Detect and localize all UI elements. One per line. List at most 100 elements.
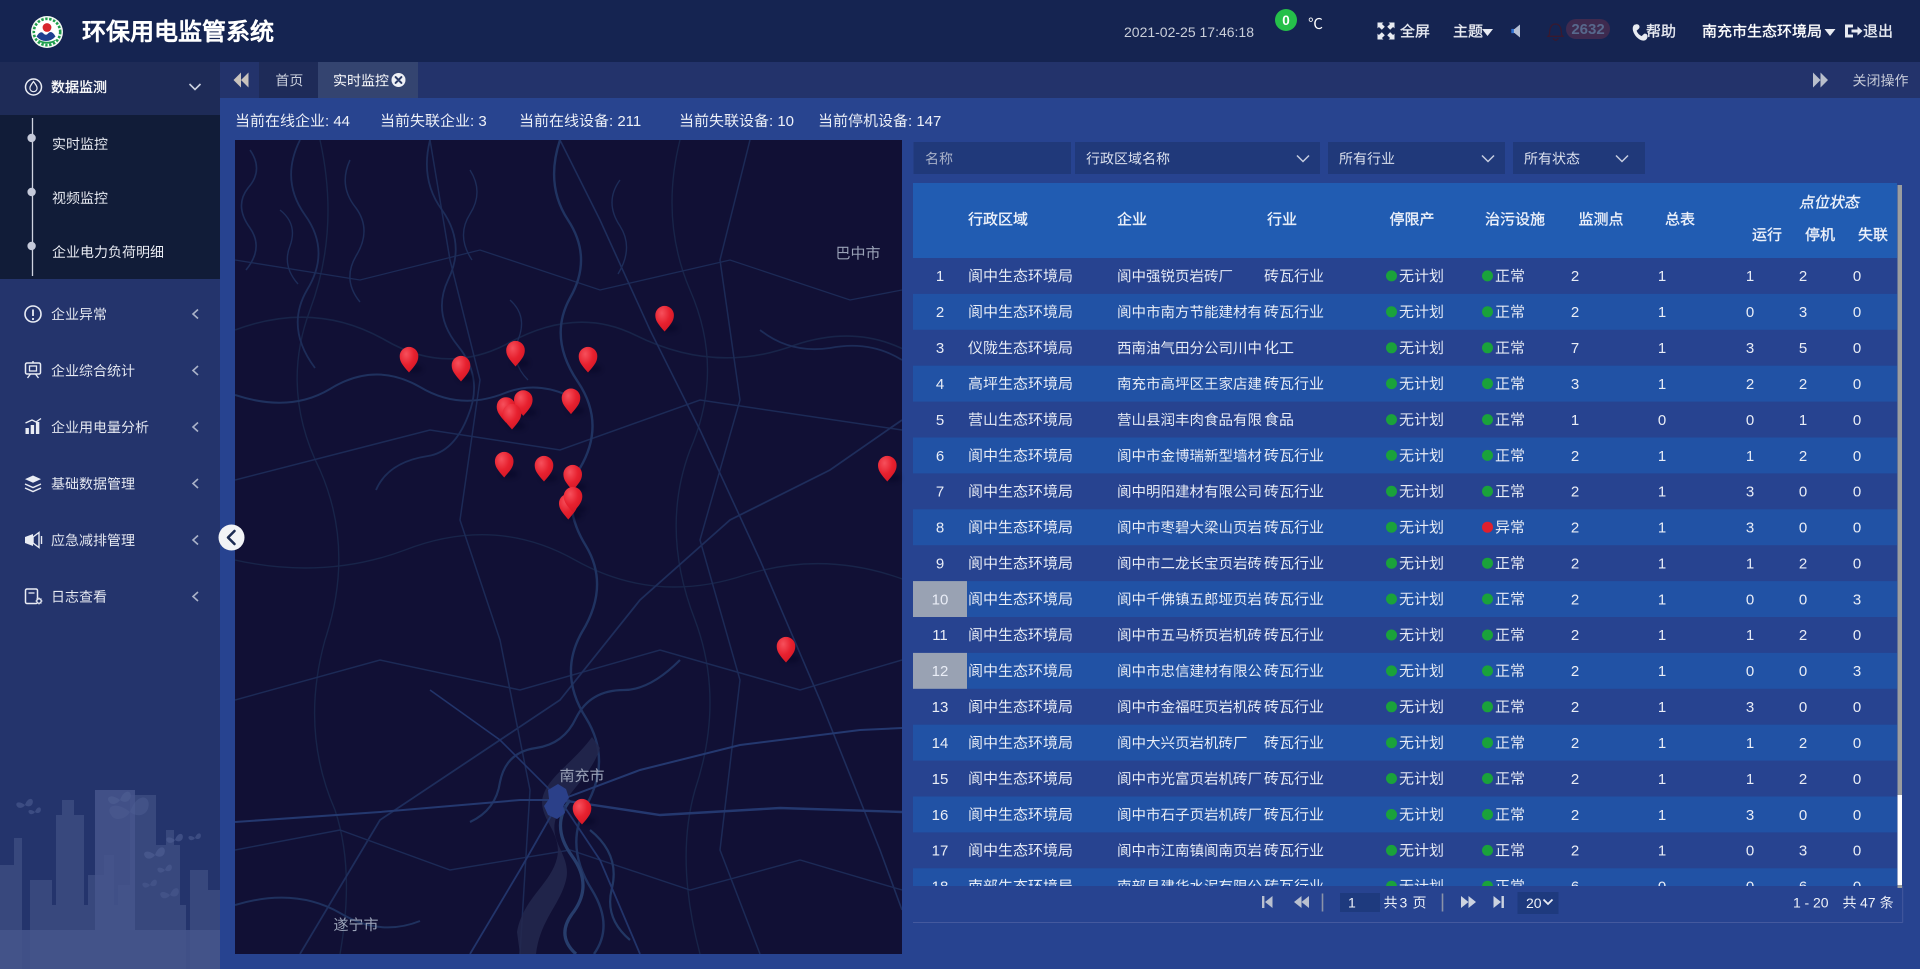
svg-text:2: 2 (1799, 735, 1807, 752)
svg-text:2: 2 (1571, 448, 1579, 465)
svg-text:2: 2 (1571, 304, 1579, 321)
svg-text:2: 2 (1799, 268, 1807, 285)
svg-text:1: 1 (1658, 807, 1666, 824)
svg-text:0: 0 (1799, 591, 1807, 608)
svg-text:5: 5 (1799, 340, 1807, 357)
svg-text:7: 7 (1571, 340, 1579, 357)
svg-text:2: 2 (1571, 699, 1579, 716)
svg-text:2: 2 (1571, 735, 1579, 752)
svg-text:: 10: : 10 (769, 113, 794, 130)
svg-text:0: 0 (1853, 556, 1861, 573)
svg-text:2: 2 (1799, 771, 1807, 788)
svg-text:1: 1 (1658, 843, 1666, 860)
svg-text:2: 2 (1571, 807, 1579, 824)
svg-text:0: 0 (1853, 807, 1861, 824)
svg-text:1: 1 (1658, 735, 1666, 752)
svg-text:1: 1 (1658, 304, 1666, 321)
svg-text:2: 2 (1571, 556, 1579, 573)
svg-text:15: 15 (932, 771, 949, 788)
svg-text:3: 3 (1400, 895, 1408, 911)
svg-text:0: 0 (1746, 663, 1754, 680)
svg-text:0: 0 (1799, 663, 1807, 680)
svg-text:1: 1 (1658, 520, 1666, 537)
svg-text:1: 1 (1658, 484, 1666, 501)
svg-text:0: 0 (1853, 771, 1861, 788)
svg-text:3: 3 (936, 340, 944, 357)
svg-text:13: 13 (932, 699, 949, 716)
svg-text:14: 14 (932, 735, 949, 752)
svg-text:2: 2 (1799, 627, 1807, 644)
svg-text:3: 3 (1799, 304, 1807, 321)
svg-text:2021-02-25 17:46:18: 2021-02-25 17:46:18 (1124, 24, 1254, 40)
svg-text:0: 0 (1658, 412, 1666, 429)
svg-text:2: 2 (936, 304, 944, 321)
svg-text:1: 1 (1746, 735, 1754, 752)
svg-text:3: 3 (1853, 663, 1861, 680)
svg-text:1: 1 (1658, 340, 1666, 357)
svg-text:3: 3 (1746, 340, 1754, 357)
svg-text:12: 12 (932, 663, 949, 680)
svg-text:11: 11 (932, 627, 948, 644)
svg-text:0: 0 (1853, 843, 1861, 860)
svg-text:2: 2 (1571, 627, 1579, 644)
svg-text:2: 2 (1799, 448, 1807, 465)
svg-text:1: 1 (1658, 663, 1666, 680)
svg-text:16: 16 (932, 807, 949, 824)
svg-text:0: 0 (1853, 448, 1861, 465)
svg-text:0: 0 (1799, 699, 1807, 716)
svg-text:0: 0 (1853, 627, 1861, 644)
svg-text:0: 0 (1853, 699, 1861, 716)
svg-text:1: 1 (1658, 376, 1666, 393)
svg-text:: 147: : 147 (908, 113, 941, 130)
svg-text:0: 0 (1853, 340, 1861, 357)
svg-text:2: 2 (1571, 771, 1579, 788)
svg-text:7: 7 (936, 484, 944, 501)
svg-text:2: 2 (1571, 520, 1579, 537)
svg-text:2: 2 (1746, 376, 1754, 393)
svg-text:0: 0 (1853, 412, 1861, 429)
svg-text:3: 3 (1746, 807, 1754, 824)
svg-text:1: 1 (1799, 412, 1807, 429)
svg-text:: 3: : 3 (470, 113, 487, 130)
svg-text:0: 0 (1799, 807, 1807, 824)
svg-text:1: 1 (1658, 268, 1666, 285)
svg-text:1: 1 (1658, 627, 1666, 644)
svg-text:0: 0 (1799, 520, 1807, 537)
svg-text:10: 10 (932, 591, 949, 608)
svg-text:1: 1 (1746, 556, 1754, 573)
svg-text:1: 1 (1348, 895, 1356, 911)
svg-text:0: 0 (1853, 520, 1861, 537)
svg-text:47: 47 (1860, 895, 1876, 911)
svg-text:1: 1 (1658, 591, 1666, 608)
svg-text:2: 2 (1571, 484, 1579, 501)
svg-text:2: 2 (1571, 663, 1579, 680)
svg-text:20: 20 (1526, 895, 1542, 911)
svg-text:1: 1 (936, 268, 944, 285)
svg-text:3: 3 (1746, 484, 1754, 501)
svg-text:9: 9 (936, 556, 944, 573)
svg-text:3: 3 (1746, 520, 1754, 537)
svg-text:0: 0 (1853, 376, 1861, 393)
svg-text:: 211: : 211 (609, 113, 641, 130)
svg-text:2632: 2632 (1571, 21, 1604, 38)
svg-text:1: 1 (1746, 771, 1754, 788)
svg-text:3: 3 (1799, 843, 1807, 860)
svg-text:1: 1 (1658, 556, 1666, 573)
svg-text:2: 2 (1571, 268, 1579, 285)
svg-text:1: 1 (1746, 448, 1754, 465)
svg-text:17: 17 (932, 843, 949, 860)
svg-text:1: 1 (1658, 448, 1666, 465)
svg-text:1: 1 (1571, 412, 1579, 429)
svg-text:8: 8 (936, 520, 944, 537)
svg-text:2: 2 (1799, 376, 1807, 393)
svg-text:3: 3 (1746, 699, 1754, 716)
svg-text:2: 2 (1571, 591, 1579, 608)
svg-text:5: 5 (936, 412, 944, 429)
svg-text:: 44: : 44 (325, 113, 350, 130)
svg-text:20: 20 (1813, 895, 1829, 911)
svg-text:0: 0 (1282, 13, 1290, 28)
svg-text:1: 1 (1746, 268, 1754, 285)
svg-text:3: 3 (1571, 376, 1579, 393)
svg-text:6: 6 (936, 448, 944, 465)
svg-text:1: 1 (1658, 699, 1666, 716)
